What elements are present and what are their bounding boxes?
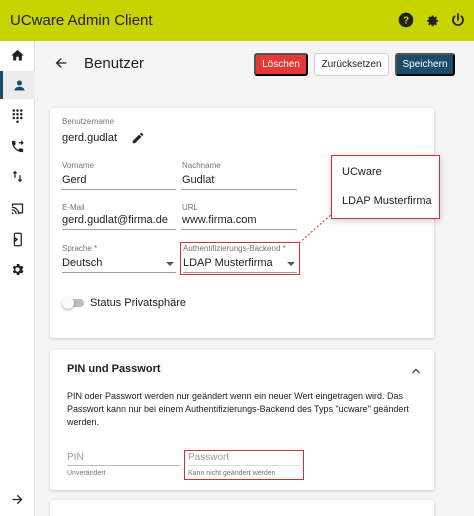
url-field[interactable]: www.firma.com [182, 214, 257, 226]
lastname-underline [182, 189, 297, 190]
sidebar-item-users[interactable] [0, 71, 35, 99]
phone-login-icon [11, 232, 22, 246]
pin-field[interactable]: PIN [67, 452, 84, 463]
next-card [50, 500, 434, 516]
sidebar-expand-button[interactable] [0, 485, 35, 513]
firstname-underline [62, 189, 176, 190]
user-icon [14, 80, 24, 90]
page-title: Benutzer [84, 54, 145, 72]
help-icon[interactable]: ? [396, 10, 416, 30]
privacy-toggle[interactable] [62, 297, 84, 309]
auth-backend-dropdown-icon[interactable] [287, 262, 295, 266]
username-label: Benutzername [62, 117, 115, 126]
sidebar-item-login[interactable] [0, 225, 35, 253]
sidebar-item-home[interactable] [0, 41, 35, 69]
pin-section-description: PIN oder Passwort werden nur geändert we… [67, 391, 409, 427]
pin-section-title: PIN und Passwort [67, 363, 161, 375]
swap-vertical-icon [12, 170, 23, 182]
svg-text:?: ? [403, 15, 409, 26]
language-dropdown-icon[interactable] [166, 262, 174, 266]
privacy-toggle-label: Status Privatsphäre [90, 297, 186, 309]
username-value: gerd.gudlat [62, 132, 118, 144]
password-hint: Kann nicht geändert werden [188, 470, 276, 477]
sidebar-item-forwarding[interactable] [0, 132, 35, 160]
language-label: Sprache * [62, 244, 98, 253]
settings-gear-icon[interactable] [422, 10, 442, 30]
pin-underline [67, 465, 181, 466]
sidebar-item-settings[interactable] [0, 255, 35, 283]
sidebar [0, 41, 35, 516]
auth-backend-label: Authentifizierungs-Backend * [183, 244, 286, 253]
url-underline [182, 229, 297, 230]
email-field[interactable]: gerd.gudlat@firma.de [62, 214, 168, 226]
home-icon [11, 49, 24, 60]
settings-icon [12, 263, 24, 275]
power-icon[interactable] [448, 10, 468, 30]
email-underline [62, 229, 176, 230]
lastname-label: Nachname [182, 161, 221, 170]
collapse-chevron-icon[interactable] [410, 364, 422, 376]
firstname-field[interactable]: Gerd [62, 174, 86, 186]
dropdown-option-ucware[interactable]: UCware [342, 166, 382, 178]
page-header: Benutzer [50, 52, 144, 74]
delete-button[interactable]: Löschen [254, 53, 308, 76]
app-bar: UCware Admin Client ? [0, 0, 474, 41]
callout-connector [298, 212, 334, 244]
arrow-back-icon [55, 58, 67, 68]
dropdown-option-ldap[interactable]: LDAP Musterfirma [342, 195, 432, 207]
auth-backend-select[interactable]: LDAP Musterfirma [183, 257, 273, 269]
auth-backend-dropdown-menu: UCware LDAP Musterfirma [331, 155, 440, 219]
sidebar-item-dialpad[interactable] [0, 101, 35, 129]
lastname-field[interactable]: Gudlat [182, 174, 214, 186]
back-button[interactable] [50, 52, 72, 74]
cast-icon [11, 203, 24, 214]
password-field: Passwort [188, 452, 230, 463]
sidebar-item-devices[interactable] [0, 194, 35, 222]
email-label: E-Mail [62, 203, 85, 212]
language-underline [62, 272, 176, 273]
app-title: UCware Admin Client [10, 12, 153, 29]
url-label: URL [182, 203, 199, 212]
language-select[interactable]: Deutsch [62, 257, 102, 269]
phone-forward-icon [11, 139, 24, 152]
auth-backend-underline [183, 272, 297, 273]
sidebar-item-sync[interactable] [0, 162, 35, 190]
reset-button[interactable]: Zurücksetzen [314, 53, 389, 76]
password-underline [188, 465, 300, 466]
save-button[interactable]: Speichern [395, 53, 455, 76]
pin-hint: Unverändert [67, 470, 106, 477]
dialpad-icon [12, 108, 23, 123]
edit-username-icon[interactable] [131, 131, 145, 145]
arrow-right-icon [12, 494, 23, 504]
firstname-label: Vorname [62, 161, 95, 170]
